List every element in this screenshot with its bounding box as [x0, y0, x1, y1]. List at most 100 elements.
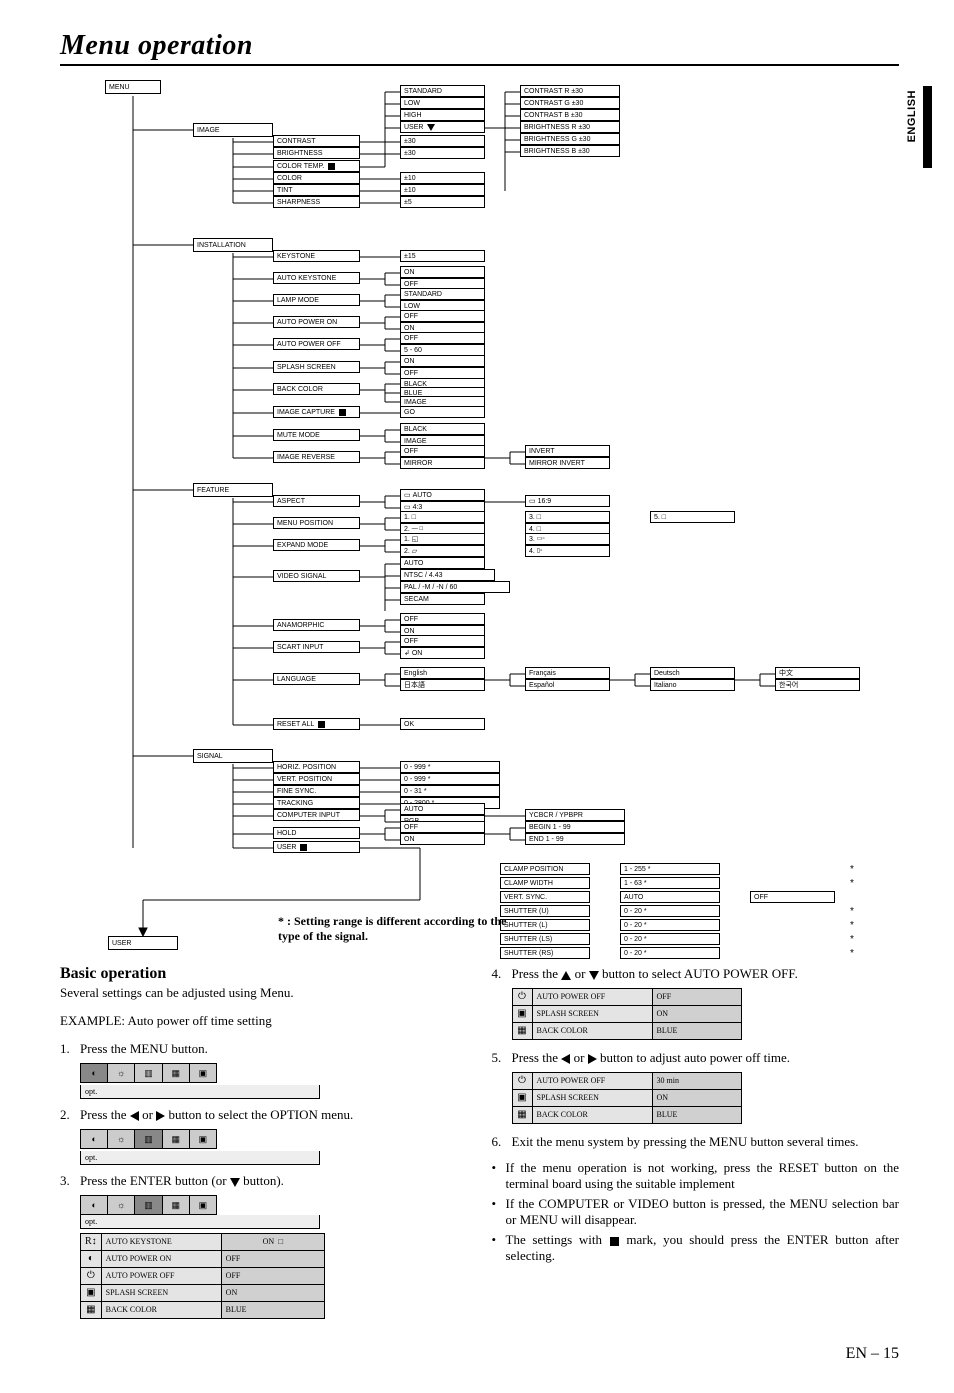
leaf-color: ±10	[400, 172, 485, 184]
leaf-vs-auto: AUTO	[400, 557, 485, 569]
leaf-vp: 0 - 999 *	[400, 773, 500, 785]
table-row: ▦BACK COLORBLUE	[512, 1023, 741, 1040]
leaf-cw: 1 - 63 *	[620, 877, 720, 889]
leaf-vs-ntsc: NTSC / 4.43	[400, 569, 495, 581]
strip-cell-icon: ▣	[190, 1196, 216, 1214]
node-aspect: ASPECT	[273, 495, 360, 507]
node-vs: VERT. SYNC.	[500, 891, 590, 903]
leaf-ct-b: CONTRAST B ±30	[520, 109, 620, 121]
table-row: ▣SPLASH SCREENON	[81, 1285, 325, 1302]
table-row: ▣SPLASH SCREENON	[512, 1090, 741, 1107]
leaf-ct-high: HIGH	[400, 109, 485, 121]
node-imagereverse: IMAGE REVERSE	[273, 451, 360, 463]
strip-cell-icon: ◐	[81, 1130, 108, 1148]
table-row: ⏻AUTO POWER OFFOFF	[512, 989, 741, 1006]
node-color: COLOR	[273, 172, 360, 184]
leaf-shu: 0 - 20 *	[620, 905, 720, 917]
leaf-lang-cn: 中文	[775, 667, 860, 679]
triangle-down-icon	[230, 1178, 240, 1187]
leaf-em-1: 1. ◱	[400, 533, 485, 545]
step-2: 2.Press the or button to select the OPTI…	[60, 1107, 468, 1123]
leaf-lang-en: English	[400, 667, 485, 679]
leaf-hd-on: ON	[400, 833, 485, 845]
leaf-lang-it: Italiano	[650, 679, 735, 691]
triangle-down-icon	[589, 971, 599, 980]
leaf-fs: 0 - 31 *	[400, 785, 500, 797]
leaf-sc-on: ↲ ON	[400, 647, 485, 659]
strip-cell-icon: ☼	[108, 1130, 135, 1148]
leaf-contrast: ±30	[400, 135, 485, 147]
leaf-sharpness: ±5	[400, 196, 485, 208]
triangle-right-icon	[588, 1054, 597, 1064]
leaf-ct-user: USER	[400, 121, 485, 133]
step-1: 1.Press the MENU button.	[60, 1041, 468, 1057]
leaf-as-169: ▭ 16:9	[525, 495, 610, 507]
node-language: LANGUAGE	[273, 673, 360, 685]
leaf-ra-ok: OK	[400, 718, 485, 730]
node-hpos: HORIZ. POSITION	[273, 761, 360, 773]
step-4: 4.Press the or button to select AUTO POW…	[492, 966, 900, 982]
menu-tree-diagram: MENU IMAGE CONTRAST BRIGHTNESS COLOR TEM…	[60, 80, 899, 960]
leaf-lang-fr: Français	[525, 667, 610, 679]
strip-cell-icon: ▦	[163, 1130, 190, 1148]
table-row: ⏻AUTO POWER OFF30 min	[512, 1073, 741, 1090]
node-image: IMAGE	[193, 123, 273, 137]
node-sharpness: SHARPNESS	[273, 196, 360, 208]
node-tr: TRACKING	[273, 797, 360, 809]
strip-cell-icon: ▣	[190, 1064, 216, 1082]
table-row: ▦BACK COLORBLUE	[81, 1302, 325, 1319]
list-item: •If the menu operation is not working, p…	[492, 1160, 900, 1192]
table-row: ▣SPLASH SCREENON	[512, 1006, 741, 1023]
node-menupos: MENU POSITION	[273, 517, 360, 529]
node-autopoweron: AUTO POWER ON	[273, 316, 360, 328]
strip-cell-icon: ▥	[135, 1130, 162, 1148]
basic-heading: Basic operation	[60, 966, 468, 982]
language-tab-bar	[923, 86, 932, 168]
leaf-lang-kr: 한국어	[775, 679, 860, 691]
leaf-ir-mi: MIRROR INVERT	[525, 457, 610, 469]
leaf-mp-1: 1. □	[400, 511, 485, 523]
strip-label-2: opt.	[80, 1151, 320, 1165]
leaf-ct-r: CONTRAST R ±30	[520, 85, 620, 97]
triangle-up-icon	[561, 971, 571, 980]
strip-cell-icon: ▦	[163, 1196, 190, 1214]
step-3: 3.Press the ENTER button (or button).	[60, 1173, 468, 1189]
triangle-right-icon	[156, 1111, 165, 1121]
triangle-left-icon	[561, 1054, 570, 1064]
leaf-ct-standard: STANDARD	[400, 85, 485, 97]
node-tint: TINT	[273, 184, 360, 196]
square-mark-icon	[610, 1237, 619, 1246]
leaf-bt-g: BRIGHTNESS G ±30	[520, 133, 620, 145]
right-column: 4.Press the or button to select AUTO POW…	[492, 966, 900, 1329]
leaf-vs-pal: PAL / -M / -N / 60	[400, 581, 510, 593]
node-ci: COMPUTER INPUT	[273, 809, 360, 821]
square-mark-icon	[339, 409, 346, 416]
leaf-sc-off: OFF	[400, 635, 485, 647]
leaf-tint: ±10	[400, 184, 485, 196]
strip-cell-icon: ▦	[163, 1064, 190, 1082]
node-shls: SHUTTER (LS)	[500, 933, 590, 945]
square-mark-icon	[300, 844, 307, 851]
notes-list: •If the menu operation is not working, p…	[492, 1160, 900, 1264]
leaf-shrs: 0 - 20 *	[620, 947, 720, 959]
square-mark-icon	[318, 721, 325, 728]
node-imagecapture: IMAGE CAPTURE	[273, 406, 360, 418]
leaf-lang-de: Deutsch	[650, 667, 735, 679]
leaf-hd-off: OFF	[400, 821, 485, 833]
strip-label-1: opt.	[80, 1085, 320, 1099]
table-row: R↕AUTO KEYSTONEON □	[81, 1234, 325, 1251]
left-column: Basic operation Several settings can be …	[60, 966, 468, 1329]
leaf-ana-off: OFF	[400, 613, 485, 625]
page-title: Menu operation	[60, 30, 899, 66]
node-contrast: CONTRAST	[273, 135, 360, 147]
list-item: •The settings with mark, you should pres…	[492, 1232, 900, 1264]
node-autokeystone: AUTO KEYSTONE	[273, 272, 360, 284]
leaf-mp-3: 3. □	[525, 511, 610, 523]
option-table-step5: ⏻AUTO POWER OFF30 min ▣SPLASH SCREENON ▦…	[512, 1072, 742, 1124]
leaf-em-4: 4. ▯▫	[525, 545, 610, 557]
node-shl: SHUTTER (L)	[500, 919, 590, 931]
leaf-mm-black: BLACK	[400, 423, 485, 435]
leaf-hd-end: END 1 - 99	[525, 833, 625, 845]
node-menu: MENU	[105, 80, 161, 94]
node-backcolor: BACK COLOR	[273, 383, 360, 395]
